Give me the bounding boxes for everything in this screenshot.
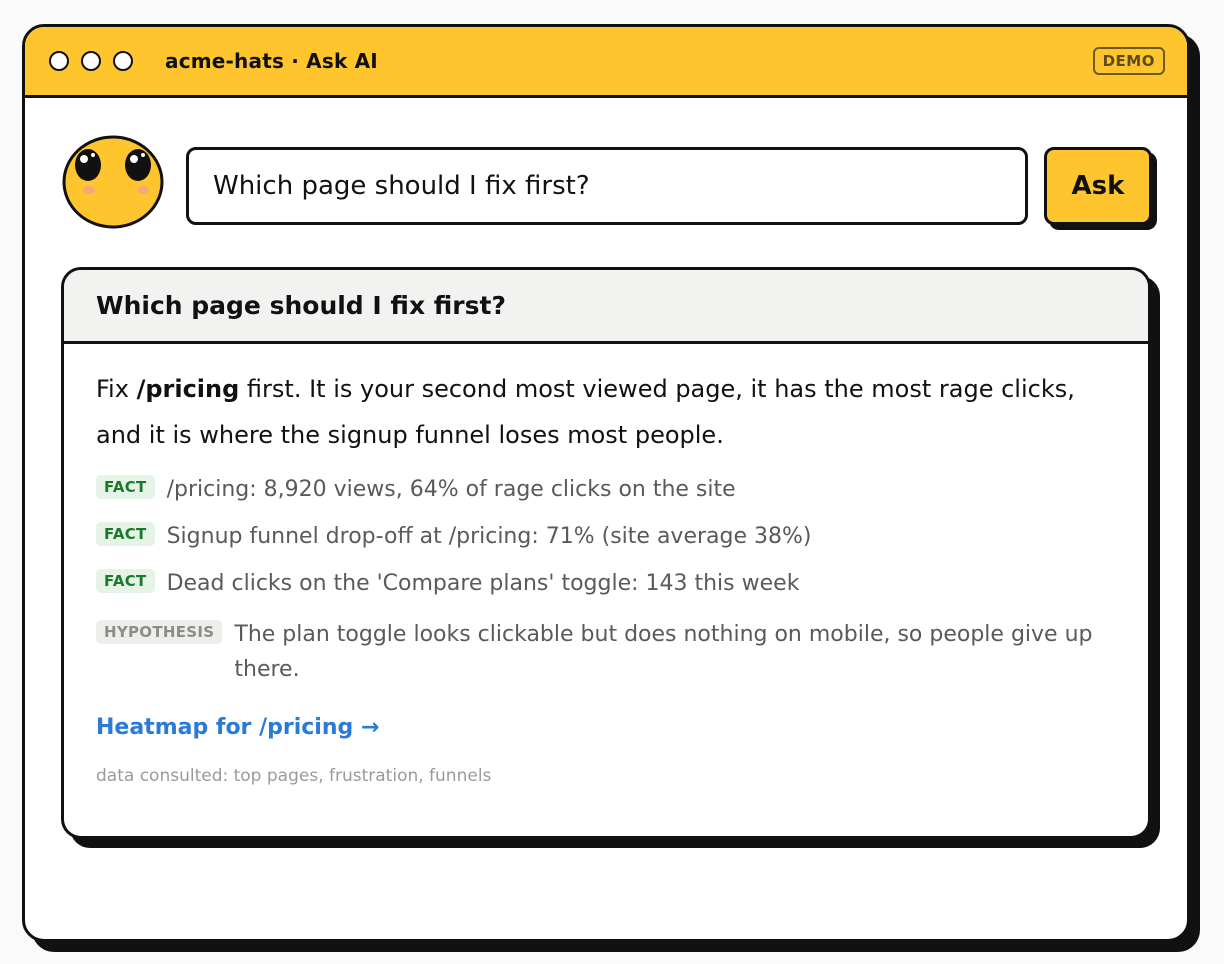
demo-badge: DEMO (1092, 47, 1165, 75)
smiley-face-icon (62, 135, 164, 229)
answer-card: Which page should I fix first? Fix /pric… (61, 267, 1151, 839)
claim-item: FACT Dead clicks on the 'Compare plans' … (96, 566, 1116, 601)
maximize-dot[interactable] (113, 51, 133, 71)
fact-tag: FACT (96, 475, 155, 499)
ask-row: Ask (25, 127, 1187, 237)
summary-rest: first. It is your second most viewed pag… (96, 375, 1075, 449)
window-controls (49, 51, 145, 71)
claim-item: FACT Signup funnel drop-off at /pricing:… (96, 519, 1116, 554)
question-input[interactable] (186, 147, 1028, 225)
answer-summary: Fix /pricing first. It is your second mo… (96, 366, 1116, 458)
claim-text: Dead clicks on the 'Compare plans' toggl… (166, 571, 800, 596)
fact-tag: FACT (96, 569, 155, 593)
hypothesis-tag: HYPOTHESIS (96, 620, 223, 644)
fact-tag: FACT (96, 522, 155, 546)
answer-question-heading: Which page should I fix first? (64, 270, 1148, 344)
ask-button[interactable]: Ask (1044, 147, 1152, 225)
heatmap-link[interactable]: Heatmap for /pricing → (96, 715, 379, 740)
summary-prefix: Fix (96, 375, 137, 403)
summary-page: /pricing (136, 375, 240, 403)
claim-item: HYPOTHESIS The plan toggle looks clickab… (96, 617, 1116, 687)
data-consulted-note: data consulted: top pages, frustration, … (96, 766, 492, 786)
app-window: acme-hats · Ask AI DEMO Ask Which page s… (22, 24, 1190, 942)
window-title: acme-hats · Ask AI (165, 49, 378, 73)
answer-body: Fix /pricing first. It is your second mo… (64, 344, 1148, 786)
claim-text: /pricing: 8,920 views, 64% of rage click… (166, 477, 736, 502)
claim-text: Signup funnel drop-off at /pricing: 71% … (166, 524, 812, 549)
claim-text: The plan toggle looks clickable but does… (234, 622, 1093, 682)
claim-item: FACT /pricing: 8,920 views, 64% of rage … (96, 472, 1116, 507)
title-bar: acme-hats · Ask AI DEMO (25, 27, 1187, 98)
minimize-dot[interactable] (81, 51, 101, 71)
close-dot[interactable] (49, 51, 69, 71)
